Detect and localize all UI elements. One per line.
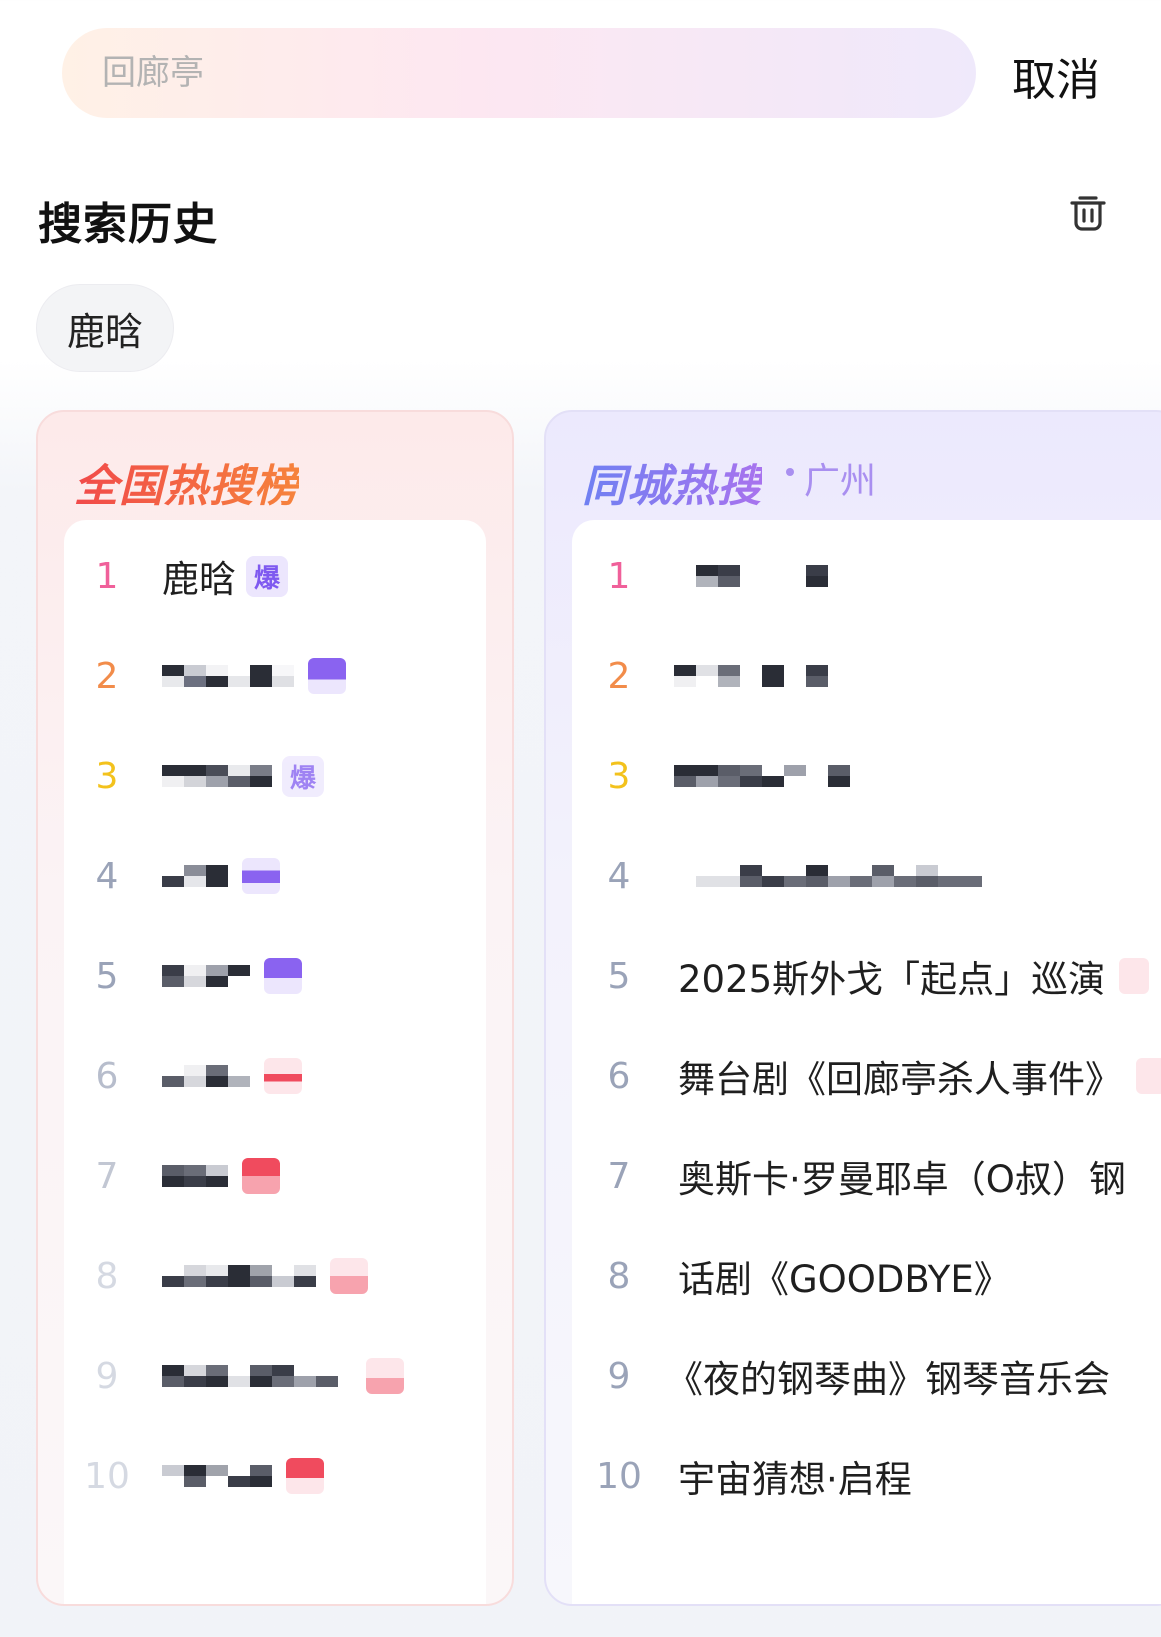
- rank-number: 1: [607, 555, 631, 597]
- city-row-9[interactable]: 9 《夜的钢琴曲》钢琴音乐会: [572, 1326, 1161, 1426]
- city-row-2[interactable]: 2: [572, 626, 1161, 726]
- city-row-7[interactable]: 7 奥斯卡·罗曼耶卓（O叔）钢: [572, 1126, 1161, 1226]
- national-row-5[interactable]: 5: [64, 926, 486, 1026]
- city-row-6[interactable]: 6 舞台剧《回廊亭杀人事件》: [572, 1026, 1161, 1126]
- blurred-text: [674, 554, 828, 598]
- blurred-text: [674, 854, 982, 898]
- blurred-text: [674, 654, 828, 698]
- rank-text: 宇宙猜想·启程: [678, 1458, 912, 1501]
- blurred-text: [162, 1154, 228, 1198]
- city-row-10[interactable]: 10 宇宙猜想·启程: [572, 1426, 1161, 1526]
- city-row-1[interactable]: 1: [572, 526, 1161, 626]
- national-row-2[interactable]: 2: [64, 626, 486, 726]
- rank-number: 5: [607, 955, 631, 997]
- rank-number: 10: [84, 1455, 130, 1497]
- rank-number: 7: [95, 1155, 119, 1197]
- national-hot-title: 全国热搜榜: [74, 450, 299, 514]
- rank-number: 3: [95, 755, 119, 797]
- blurred-badge: [242, 858, 280, 894]
- blurred-text: [162, 854, 228, 898]
- history-title: 搜索历史: [38, 199, 218, 250]
- blurred-badge: [242, 1158, 280, 1194]
- city-hot-list: 1 2 3 4 5 2025斯外戈「起点」巡演 6 舞台剧《回廊亭杀人事件》 7…: [572, 520, 1161, 1604]
- history-chip[interactable]: 鹿晗: [36, 284, 175, 372]
- rank-number: 5: [95, 955, 119, 997]
- hot-badge: [1119, 958, 1150, 994]
- rank-number: 4: [607, 855, 631, 897]
- explode-badge: 爆: [282, 755, 325, 797]
- blurred-text: [162, 1454, 272, 1498]
- city-hot-title: 同城热搜: [582, 450, 762, 514]
- rank-number: 3: [607, 755, 631, 797]
- national-row-1[interactable]: 1 鹿晗 爆: [64, 526, 486, 626]
- rank-number: 6: [95, 1055, 119, 1097]
- separator-dot: [786, 468, 794, 476]
- city-row-8[interactable]: 8 话剧《GOODBYE》: [572, 1226, 1161, 1326]
- blurred-text: [162, 1354, 338, 1398]
- national-row-3[interactable]: 3 爆: [64, 726, 486, 826]
- national-row-9[interactable]: 9: [64, 1326, 486, 1426]
- hot-badge: [1136, 1058, 1161, 1094]
- rank-text: 舞台剧《回廊亭杀人事件》: [678, 1058, 1122, 1101]
- rank-number: 2: [607, 655, 631, 697]
- blurred-badge: [330, 1258, 368, 1294]
- blurred-text: [162, 754, 272, 798]
- blurred-badge: [264, 1058, 302, 1094]
- rank-number: 8: [607, 1255, 631, 1297]
- rank-text: 《夜的钢琴曲》钢琴音乐会: [666, 1358, 1110, 1401]
- city-hot-card: 同城热搜 广州 1 2 3 4 5 2025斯外戈「起点」巡演 6 舞台剧《回廊…: [544, 410, 1161, 1606]
- rank-number: 1: [95, 555, 119, 597]
- city-name[interactable]: 广州: [804, 452, 876, 504]
- rank-text: 2025斯外戈「起点」巡演: [678, 958, 1106, 1001]
- rank-number: 7: [607, 1155, 631, 1197]
- blurred-badge: [366, 1358, 404, 1394]
- rank-number: 9: [95, 1355, 119, 1397]
- rank-number: 4: [95, 855, 119, 897]
- blurred-badge: [264, 958, 302, 994]
- rank-text: 奥斯卡·罗曼耶卓（O叔）钢: [678, 1158, 1126, 1201]
- rank-text: 鹿晗: [162, 558, 236, 601]
- national-row-4[interactable]: 4: [64, 826, 486, 926]
- blurred-text: [162, 1054, 250, 1098]
- blurred-text: [162, 1254, 316, 1298]
- rank-text: 话剧《GOODBYE》: [678, 1258, 1011, 1301]
- national-row-8[interactable]: 8: [64, 1226, 486, 1326]
- national-row-6[interactable]: 6: [64, 1026, 486, 1126]
- national-row-10[interactable]: 10: [64, 1426, 486, 1526]
- rank-number: 2: [95, 655, 119, 697]
- rank-number: 9: [607, 1355, 631, 1397]
- city-row-3[interactable]: 3: [572, 726, 1161, 826]
- national-hot-list: 1 鹿晗 爆 2 3 爆 4 5 6 7 8 9 10: [64, 520, 486, 1604]
- national-row-7[interactable]: 7: [64, 1126, 486, 1226]
- rank-number: 6: [607, 1055, 631, 1097]
- city-row-4[interactable]: 4: [572, 826, 1161, 926]
- blurred-text: [674, 754, 850, 798]
- cancel-button[interactable]: 取消: [1012, 44, 1100, 108]
- trash-icon[interactable]: [1066, 190, 1110, 234]
- explode-badge: 爆: [246, 555, 289, 597]
- search-bar[interactable]: [62, 28, 976, 118]
- national-hot-card: 全国热搜榜 1 鹿晗 爆 2 3 爆 4 5 6 7 8 9 10: [36, 410, 514, 1606]
- blurred-text: [162, 654, 294, 698]
- blurred-badge: [286, 1458, 324, 1494]
- city-row-5[interactable]: 5 2025斯外戈「起点」巡演: [572, 926, 1161, 1026]
- blurred-badge: [308, 658, 346, 694]
- rank-number: 8: [95, 1255, 119, 1297]
- rank-number: 10: [596, 1455, 642, 1497]
- search-input[interactable]: [100, 52, 924, 94]
- blurred-text: [162, 954, 250, 998]
